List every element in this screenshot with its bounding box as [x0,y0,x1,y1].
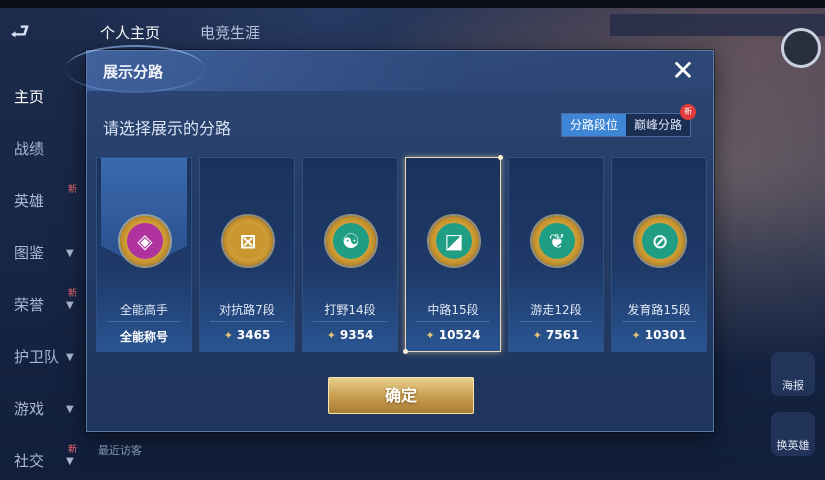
toggle-peak-lane-label: 巅峰分路 [633,118,682,132]
sidebar-item-label: 主页 [14,87,45,106]
change-hero-button-label: 换英雄 [776,439,810,452]
top-tabs: 个人主页 电竞生涯 [100,22,260,43]
settings-circle-button[interactable] [781,28,821,68]
new-badge: 新 [68,289,78,299]
lane-emblem: ⊘ [635,216,685,266]
lane-score-value: 10301 [644,328,687,342]
card-divider [416,321,490,322]
lane-name: 打野14段 [324,303,376,317]
lane-score: 全能称号 [97,328,191,345]
card-divider [210,321,284,322]
tab-personal-home[interactable]: 个人主页 [100,22,160,43]
sidebar-item-game[interactable]: 游戏 ▼ [0,382,85,434]
chevron-down-icon: ▼ [66,300,74,311]
chevron-down-icon: ▼ [66,248,74,259]
new-badge: 新 [68,445,78,455]
lane-name: 游走12段 [530,303,582,317]
sidebar-item-label: 游戏 [14,399,45,418]
lane-name: 中路15段 [427,303,479,317]
dialog-header: 展示分路 ✕ [65,45,713,93]
poster-button[interactable]: 海报 [771,352,815,396]
poster-button-label: 海报 [782,379,804,392]
sidebar-item-social[interactable]: 社交 新 ▼ [0,434,85,480]
roam-icon: ❦ [539,223,575,259]
clash-lane-icon: ⊠ [230,223,266,259]
lane-score-value: 9354 [339,328,374,342]
lane-name: 全能高手 [119,303,168,317]
lane-card[interactable]: ❦ 游走12段 ✦ 7561 [508,157,604,352]
rank-points-icon: ✦ [631,329,641,342]
toggle-lane-rank[interactable]: 分路段位 [561,114,626,136]
lane-card[interactable]: ☯ 打野14段 ✦ 9354 [302,157,398,352]
rank-points-icon: ✦ [425,329,435,342]
sidebar-item-guard[interactable]: 护卫队 ▼ [0,330,85,382]
dialog-prompt: 请选择展示的分路 [103,119,232,138]
card-divider [107,321,181,322]
lane-card[interactable]: ◈ 全能高手全能称号 [96,157,192,352]
sidebar-item-heroes[interactable]: 英雄 新 [0,174,85,226]
lane-score-value: 全能称号 [119,330,168,344]
lane-score: ✦ 7561 [509,328,603,342]
lane-score-value: 10524 [438,328,481,342]
lane-display-dialog: 展示分路 ✕ 请选择展示的分路 分路段位 巅峰分路 新 ◈ 全能高手全能称号 ⊠ 对抗… [65,45,714,432]
lane-score: ✦ 9354 [303,328,397,342]
card-divider [313,321,387,322]
toggle-peak-lane[interactable]: 巅峰分路 新 [625,104,696,136]
chevron-down-icon: ▼ [66,352,74,363]
rank-points-icon: ✦ [532,329,542,342]
close-icon[interactable]: ✕ [667,55,699,87]
farm-lane-icon: ⊘ [642,223,678,259]
lane-emblem: ⊠ [223,216,273,266]
lane-score: ✦ 10301 [612,328,706,342]
change-hero-button[interactable]: 换英雄 [771,412,815,456]
lane-card[interactable]: ⊘ 发育路15段 ✦ 10301 [611,157,707,352]
sidebar-item-label: 战绩 [14,139,45,158]
jungle-icon: ☯ [333,223,369,259]
lane-name: 对抗路7段 [219,303,275,317]
lane-card[interactable]: ◪ 中路15段 ✦ 10524 [403,155,503,354]
sidebar-item-honor[interactable]: 荣誉 新 ▼ [0,278,85,330]
sidebar-item-record[interactable]: 战绩 [0,122,85,174]
lane-emblem: ◪ [429,216,479,266]
rank-points-icon: ✦ [223,329,233,342]
lane-name: 发育路15段 [627,303,691,317]
lane-card[interactable]: ⊠ 对抗路7段 ✦ 3465 [199,157,295,352]
all-around-icon: ◈ [127,223,163,259]
sidebar: 主页 战绩 英雄新 图鉴 ▼ 荣誉新 ▼ 护卫队 ▼ 游戏 ▼ 社交新 ▼ [0,70,85,480]
lane-score-value: 3465 [236,328,271,342]
recent-visitors-label: 最近访客 [98,444,142,457]
top-bar [0,0,825,8]
back-button[interactable]: ⮐ [10,22,54,44]
lane-score-value: 7561 [545,328,580,342]
mid-lane-icon: ◪ [436,223,472,259]
lane-score: ✦ 3465 [200,328,294,342]
chevron-down-icon: ▼ [66,404,74,415]
card-divider [622,321,696,322]
sidebar-item-label: 社交 [14,451,45,470]
lane-emblem: ❦ [532,216,582,266]
lane-cards: ◈ 全能高手 全能称号 ⊠ 对抗路7段 ✦ 3465 ☯ 打野14段 ✦ 9354 ◪ 中路15段 ✦ 10… [96,155,707,354]
sidebar-item-label: 荣誉 [14,295,45,314]
sidebar-item-label: 图鉴 [14,243,45,262]
chevron-down-icon: ▼ [66,456,74,467]
lane-score: ✦ 10524 [406,328,500,342]
lane-emblem: ◈ [120,216,170,266]
dialog-title: 展示分路 [103,63,164,81]
sidebar-item-label: 英雄 [14,191,45,210]
lane-emblem: ☯ [326,216,376,266]
card-divider [519,321,593,322]
sidebar-item-collection[interactable]: 图鉴 ▼ [0,226,85,278]
new-badge: 新 [68,185,78,195]
rank-points-icon: ✦ [326,329,336,342]
tab-esports-career[interactable]: 电竞生涯 [200,22,260,43]
new-badge: 新 [680,104,696,120]
confirm-button[interactable]: 确定 [328,377,474,414]
lane-mode-toggle: 分路段位 巅峰分路 新 [560,104,696,137]
sidebar-item-label: 护卫队 [14,347,60,366]
